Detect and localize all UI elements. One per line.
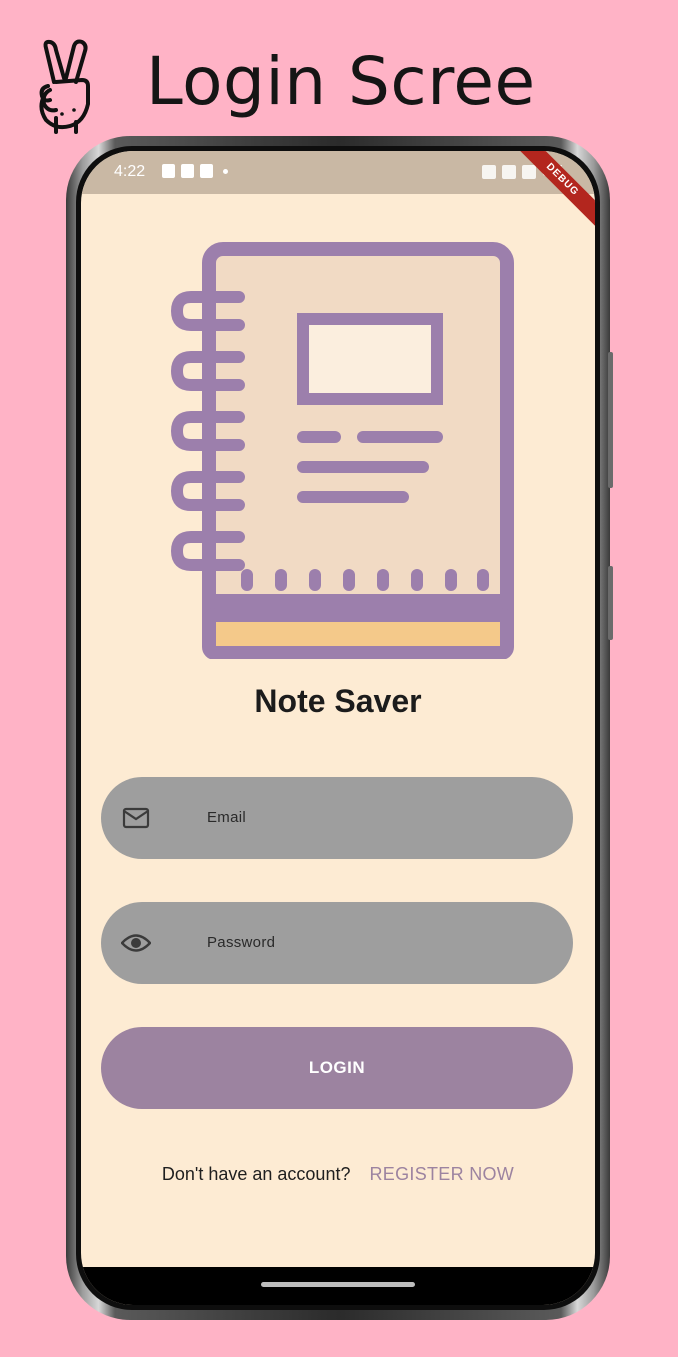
status-time: 4:22 [114, 163, 146, 180]
page-title: Login Scree [146, 43, 536, 120]
dot-icon [223, 168, 228, 174]
eye-icon[interactable] [121, 929, 151, 957]
status-bar: 4:22 8% DEBUG [81, 151, 595, 233]
email-field[interactable]: Email [101, 777, 573, 859]
mute-icon [481, 165, 496, 179]
register-now-link[interactable]: REGISTER NOW [369, 1164, 514, 1184]
register-prompt: Don't have an account? [161, 1164, 351, 1184]
home-indicator[interactable] [261, 1282, 415, 1287]
volume-button [608, 352, 613, 488]
youtube-icon [200, 164, 213, 178]
victory-hand-icon [39, 39, 90, 134]
signal-icon [521, 165, 536, 179]
password-field-label: Password [207, 934, 276, 951]
register-row: Don't have an account? REGISTER NOW [81, 1164, 595, 1185]
notebook-icon [170, 242, 514, 659]
app-screen: 4:22 8% DEBUG [81, 151, 595, 1305]
password-field[interactable]: Password [101, 902, 573, 984]
navigation-bar [81, 1267, 595, 1305]
phone-frame: 4:22 8% DEBUG [66, 136, 613, 1320]
app-name: Note Saver [254, 683, 422, 719]
wifi-icon [501, 165, 516, 179]
notification-icon [162, 164, 175, 178]
power-button [608, 566, 613, 640]
mail-icon [122, 807, 150, 829]
email-field-label: Email [207, 809, 247, 826]
gallery-icon [181, 164, 194, 178]
login-button[interactable]: LOGIN [101, 1027, 573, 1109]
phone-bezel: 4:22 8% DEBUG [76, 146, 600, 1310]
notification-icons [162, 164, 228, 178]
